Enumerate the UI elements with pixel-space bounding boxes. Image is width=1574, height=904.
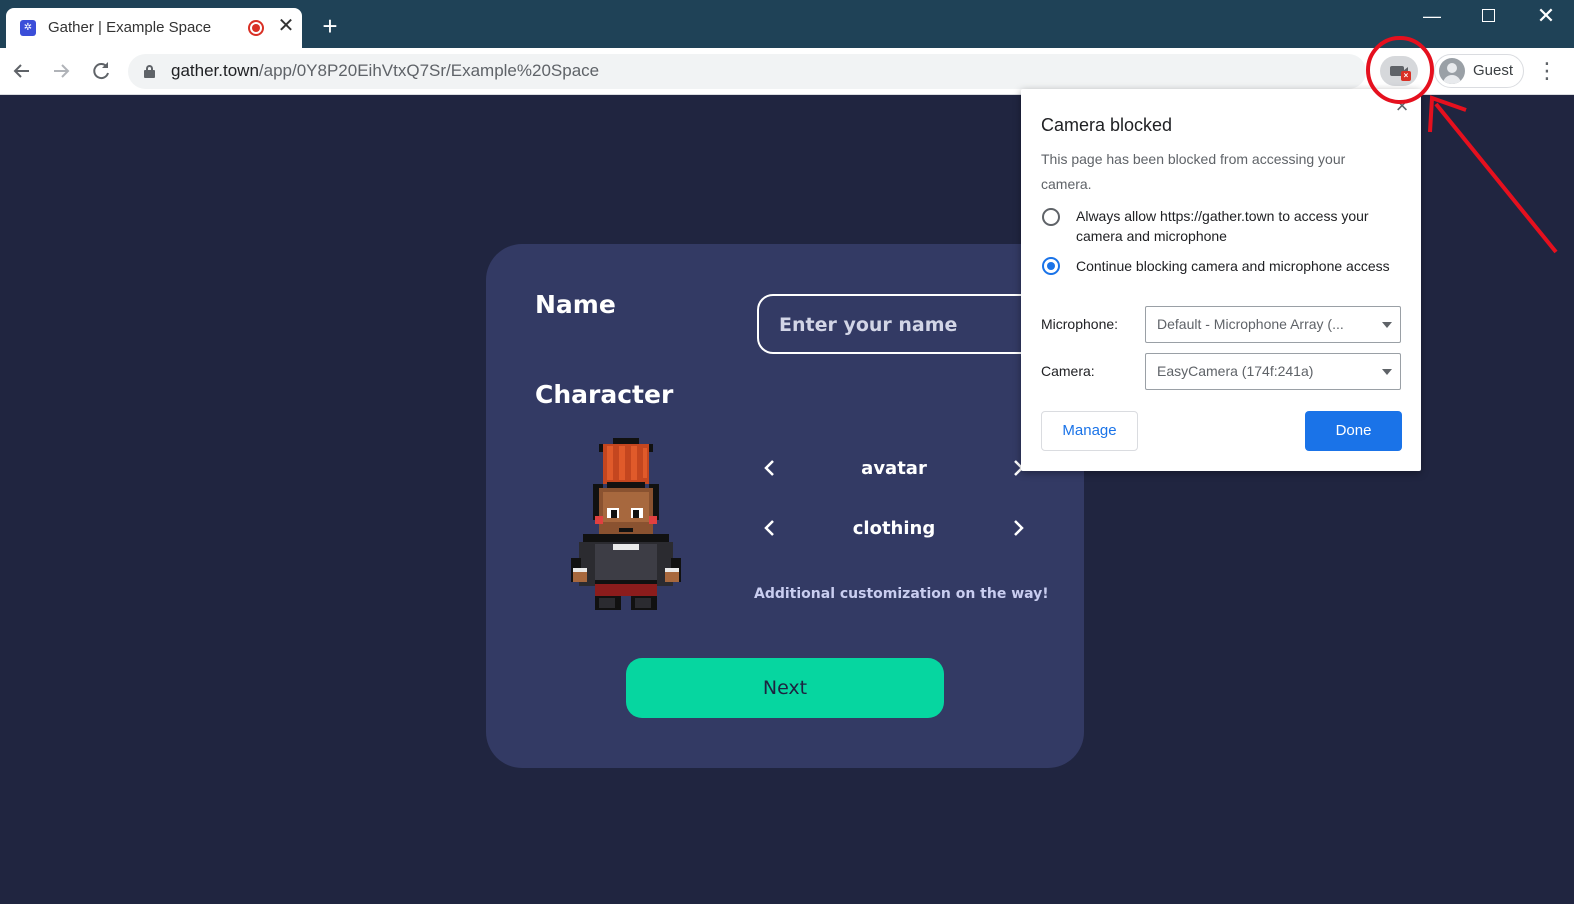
address-bar[interactable]: gather.town/app/0Y8P20EihVtxQ7Sr/Example… bbox=[128, 54, 1366, 89]
profile-button[interactable]: Guest bbox=[1434, 54, 1524, 88]
browser-menu-icon[interactable]: ⋮ bbox=[1536, 56, 1558, 86]
browser-titlebar: ✲ Gather | Example Space ✕ + — ✕ bbox=[0, 0, 1574, 48]
back-arrow-icon bbox=[13, 64, 29, 78]
radio-continue-blocking-label[interactable]: Continue blocking camera and microphone … bbox=[1076, 256, 1406, 276]
chevron-right-icon bbox=[1014, 520, 1024, 536]
lock-icon[interactable] bbox=[144, 65, 155, 78]
radio-continue-blocking[interactable] bbox=[1042, 257, 1060, 275]
recording-icon bbox=[248, 20, 264, 36]
tab-close-icon[interactable]: ✕ bbox=[274, 14, 298, 38]
character-sprite bbox=[571, 438, 681, 610]
browser-toolbar: gather.town/app/0Y8P20EihVtxQ7Sr/Example… bbox=[0, 48, 1574, 95]
url-host: gather.town bbox=[171, 61, 259, 80]
dropdown-caret-icon bbox=[1382, 369, 1392, 375]
guest-avatar-icon bbox=[1439, 58, 1465, 84]
url-path: /app/0Y8P20EihVtxQ7Sr/Example%20Space bbox=[258, 61, 600, 80]
name-placeholder: Enter your name bbox=[779, 314, 958, 336]
microphone-select-value: Default - Microphone Array (... bbox=[1157, 316, 1344, 332]
chevron-left-icon bbox=[764, 520, 774, 536]
microphone-label: Microphone: bbox=[1041, 316, 1119, 332]
camera-label: Camera: bbox=[1041, 363, 1095, 379]
dropdown-caret-icon bbox=[1382, 322, 1392, 328]
window-close-button[interactable]: ✕ bbox=[1526, 2, 1566, 30]
forward-button[interactable] bbox=[47, 57, 75, 85]
reload-button[interactable] bbox=[87, 57, 115, 85]
camera-permission-bubble: × Camera blocked This page has been bloc… bbox=[1021, 89, 1421, 471]
annotation-arrow bbox=[1428, 95, 1558, 254]
character-label: Character bbox=[535, 380, 674, 409]
maximize-button[interactable] bbox=[1468, 2, 1508, 30]
avatar-option-label: avatar bbox=[861, 458, 927, 479]
camera-select[interactable]: EasyCamera (174f:241a) bbox=[1145, 353, 1401, 390]
maximize-icon bbox=[1481, 9, 1495, 22]
done-button[interactable]: Done bbox=[1305, 411, 1402, 451]
radio-always-allow[interactable] bbox=[1042, 208, 1060, 226]
url-text[interactable]: gather.town/app/0Y8P20EihVtxQ7Sr/Example… bbox=[171, 61, 599, 81]
name-input[interactable]: Enter your name bbox=[757, 294, 1047, 354]
chevron-left-icon bbox=[764, 460, 774, 476]
tab-title: Gather | Example Space bbox=[48, 19, 212, 36]
browser-tab[interactable]: ✲ Gather | Example Space ✕ bbox=[6, 8, 302, 48]
clothing-prev-button[interactable] bbox=[758, 516, 782, 540]
microphone-select[interactable]: Default - Microphone Array (... bbox=[1145, 306, 1401, 343]
profile-label: Guest bbox=[1473, 62, 1514, 79]
bubble-title: Camera blocked bbox=[1041, 115, 1173, 135]
manage-button[interactable]: Manage bbox=[1041, 411, 1138, 451]
new-tab-button[interactable]: + bbox=[316, 12, 344, 40]
avatar-prev-button[interactable] bbox=[758, 456, 782, 480]
clothing-next-button[interactable] bbox=[1006, 516, 1030, 540]
reload-icon bbox=[93, 62, 109, 80]
gather-favicon-icon: ✲ bbox=[20, 20, 36, 36]
minimize-button[interactable]: — bbox=[1412, 2, 1452, 30]
customization-hint: Additional customization on the way! bbox=[754, 586, 1049, 602]
clothing-option-label: clothing bbox=[852, 518, 936, 539]
next-button[interactable]: Next bbox=[626, 658, 944, 718]
camera-select-value: EasyCamera (174f:241a) bbox=[1157, 363, 1314, 379]
back-button[interactable] bbox=[8, 57, 36, 85]
bubble-description: This page has been blocked from accessin… bbox=[1041, 151, 1346, 192]
name-label: Name bbox=[535, 290, 616, 319]
radio-always-allow-label[interactable]: Always allow https://gather.town to acce… bbox=[1076, 206, 1406, 246]
forward-arrow-icon bbox=[54, 64, 70, 78]
